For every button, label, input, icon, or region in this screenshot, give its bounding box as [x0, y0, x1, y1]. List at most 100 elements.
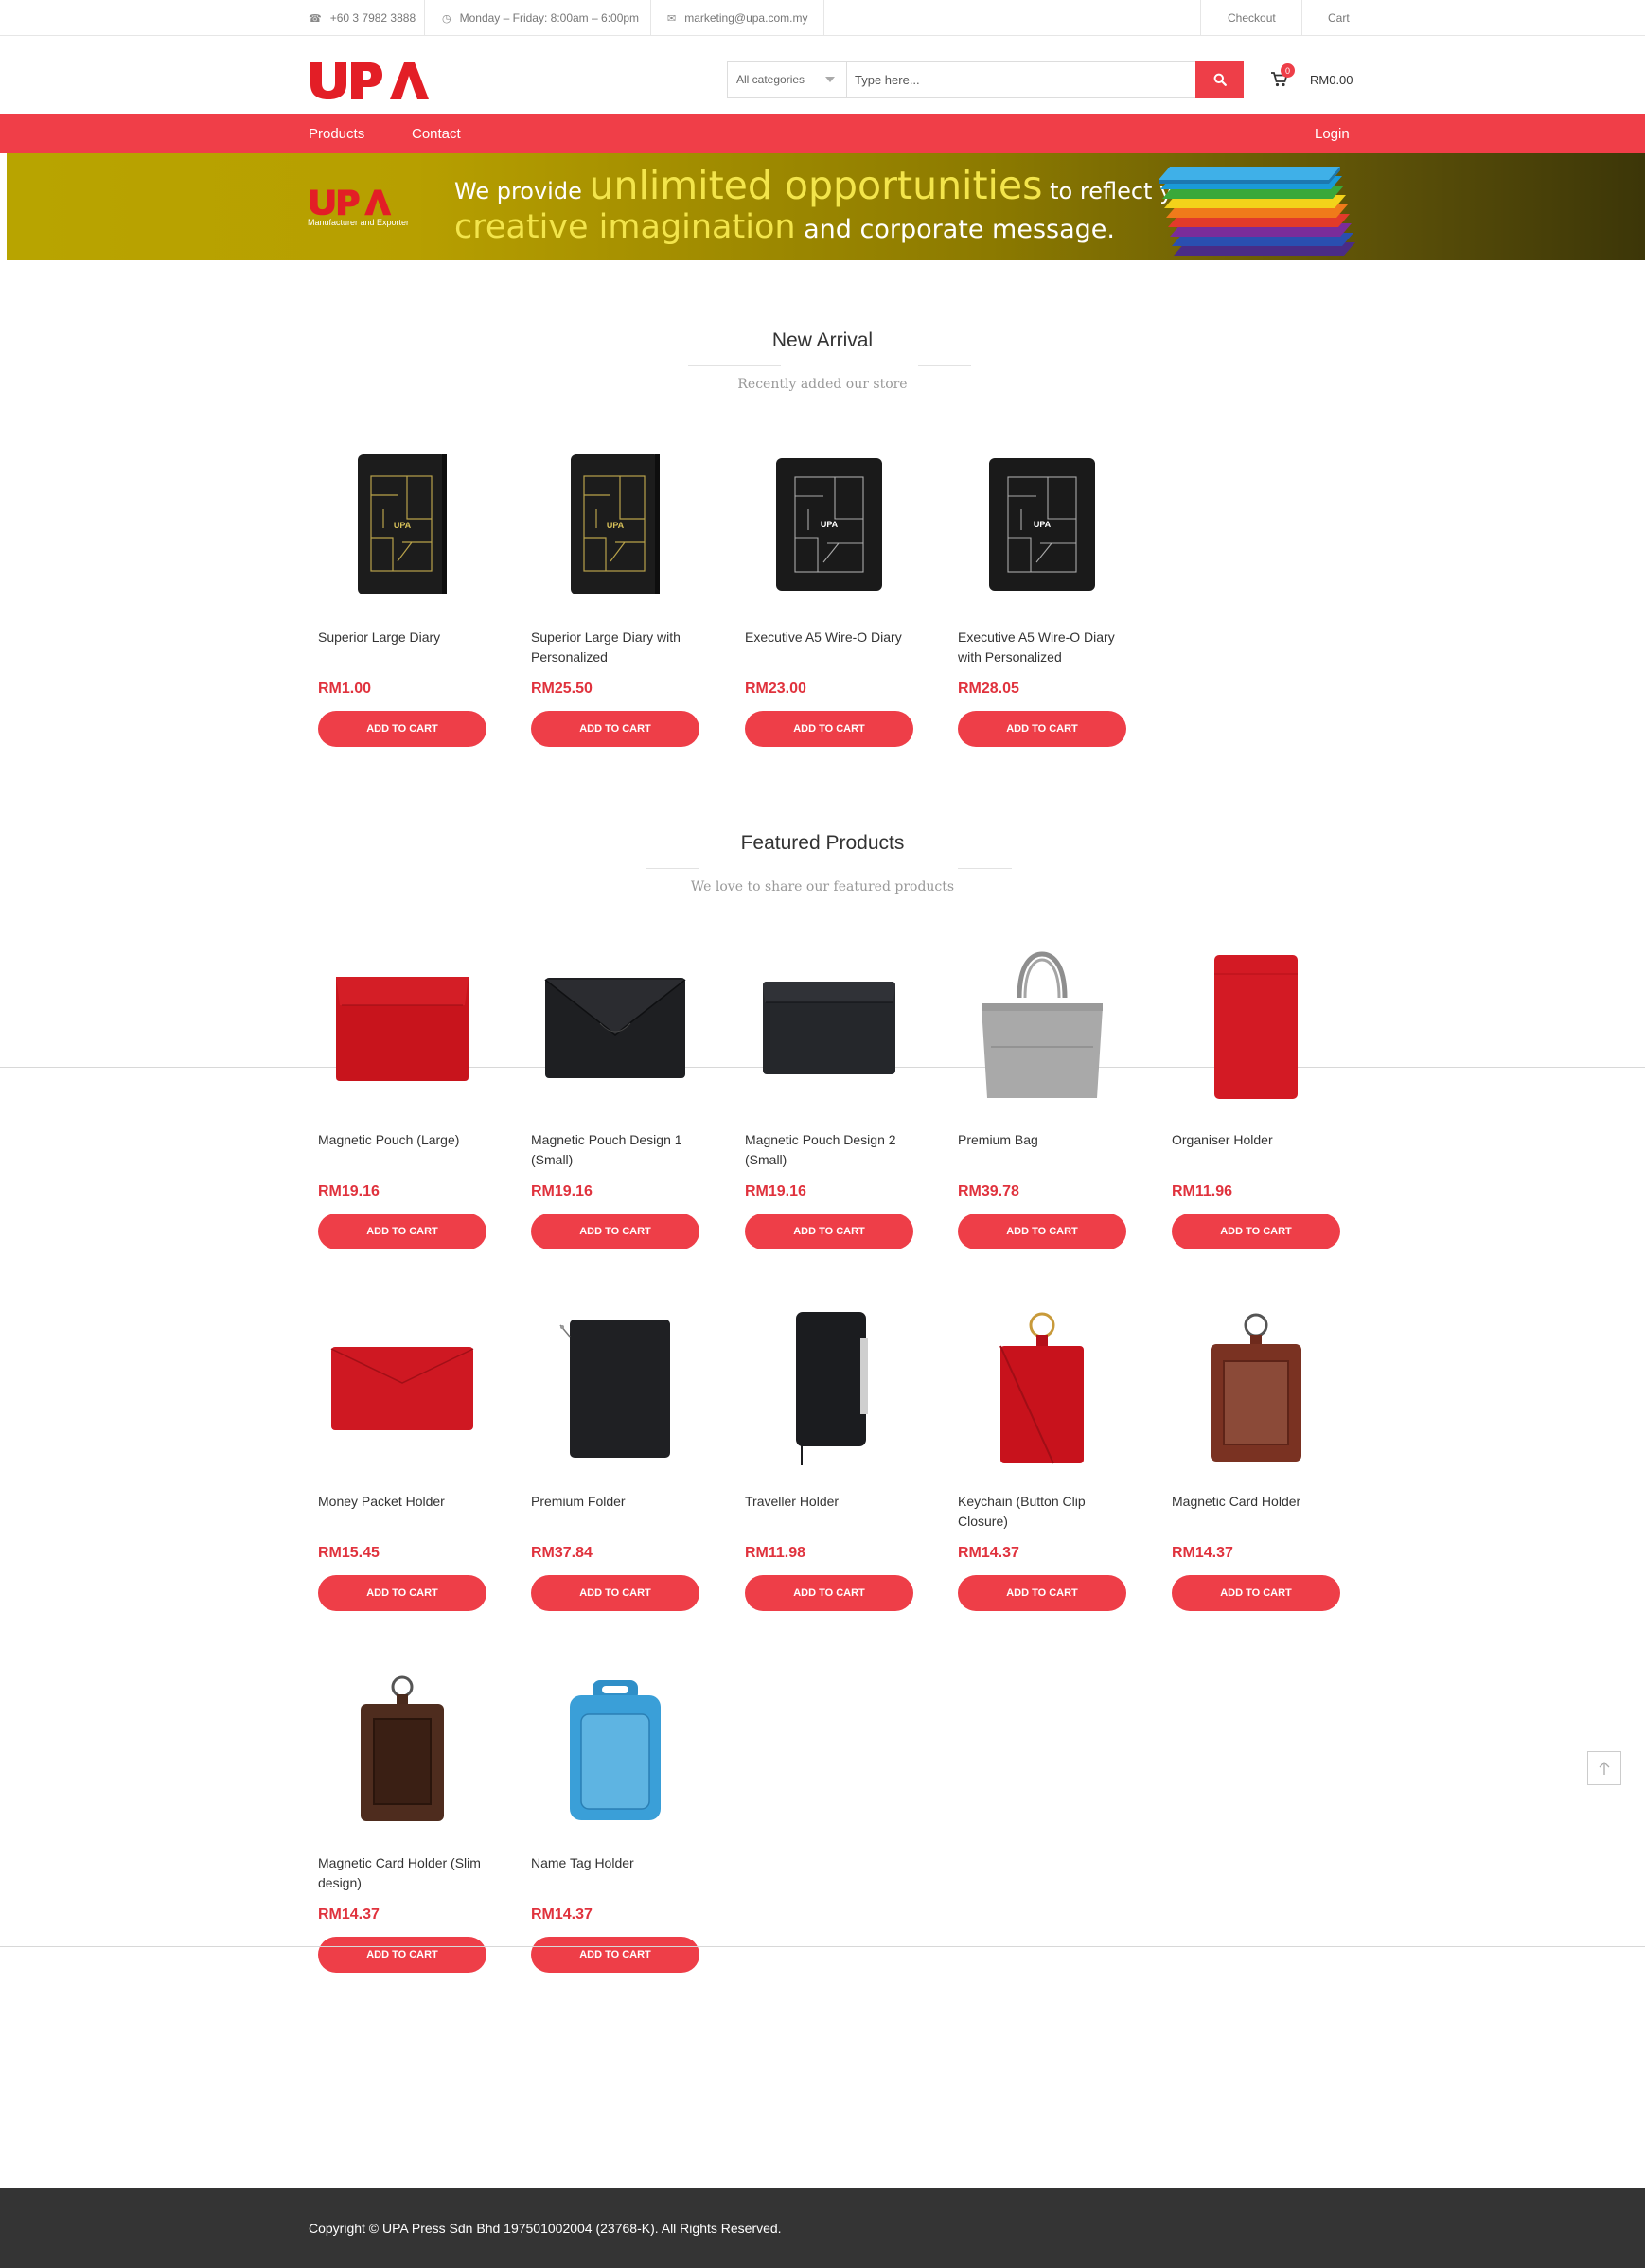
product-image[interactable]: UPA	[318, 444, 486, 605]
product-image[interactable]	[958, 1308, 1126, 1469]
top-bar: ☎ +60 3 7982 3888 ◷ Monday – Friday: 8:0…	[0, 0, 1645, 36]
phone-text: +60 3 7982 3888	[329, 11, 416, 25]
add-to-cart-button[interactable]: ADD TO CART	[958, 1214, 1126, 1249]
keychain-image	[999, 1312, 1084, 1464]
divider	[823, 0, 824, 36]
product-image[interactable]: UPA	[531, 444, 699, 605]
copyright-text: Copyright © UPA Press Sdn Bhd 1975010020…	[309, 2221, 782, 2236]
add-to-cart-button[interactable]: ADD TO CART	[745, 1214, 913, 1249]
product-name[interactable]: Premium Bag	[958, 1130, 1128, 1150]
pouch-image	[544, 978, 686, 1078]
divider	[1200, 0, 1201, 36]
phone-icon: ☎	[309, 12, 322, 25]
product-name[interactable]: Money Packet Holder	[318, 1492, 488, 1512]
product-image[interactable]	[531, 947, 699, 1107]
product-name[interactable]: Magnetic Card Holder	[1172, 1492, 1342, 1512]
product-image[interactable]: UPA	[745, 444, 913, 605]
banner-logo	[310, 189, 392, 216]
add-to-cart-button[interactable]: ADD TO CART	[531, 1214, 699, 1249]
email-link[interactable]: marketing@upa.com.my	[684, 11, 807, 25]
header: All categories 0 RM0.00	[0, 36, 1645, 114]
product-price: RM14.37	[318, 1906, 380, 1922]
card-holder-image	[1211, 1313, 1301, 1462]
product-image[interactable]	[745, 1308, 913, 1469]
mini-cart[interactable]: 0 RM0.00	[1271, 63, 1353, 93]
diary-image: UPA	[358, 454, 447, 594]
product-image[interactable]	[1172, 947, 1340, 1107]
banner-headline-2: creative imagination and corporate messa…	[454, 208, 1115, 246]
banner-headline-1: We provide unlimited opportunities to re…	[454, 163, 1211, 208]
organiser-image	[1214, 955, 1298, 1099]
add-to-cart-button[interactable]: ADD TO CART	[318, 1575, 486, 1611]
product-price: RM19.16	[531, 1183, 593, 1199]
product-image[interactable]	[531, 1308, 699, 1469]
section-divider	[0, 1946, 1645, 1947]
product-image[interactable]	[318, 1308, 486, 1469]
upa-logo[interactable]	[309, 61, 430, 100]
nav-contact[interactable]: Contact	[412, 114, 461, 153]
product-name[interactable]: Magnetic Pouch (Large)	[318, 1130, 488, 1150]
product-image[interactable]	[318, 947, 486, 1107]
title-divider-left	[688, 365, 781, 366]
search-input[interactable]	[847, 62, 1195, 97]
checkout-link[interactable]: Checkout	[1228, 0, 1276, 36]
search-button[interactable]	[1195, 61, 1244, 98]
product-image[interactable]	[531, 1670, 699, 1831]
add-to-cart-button[interactable]: ADD TO CART	[531, 711, 699, 747]
pouch-image	[336, 977, 469, 1081]
chevron-down-icon	[825, 77, 835, 82]
product-name[interactable]: Superior Large Diary with Personalized	[531, 628, 701, 667]
product-image[interactable]: UPA	[958, 444, 1126, 605]
footer: Copyright © UPA Press Sdn Bhd 1975010020…	[0, 2188, 1645, 2268]
product-price: RM19.16	[318, 1183, 380, 1199]
add-to-cart-button[interactable]: ADD TO CART	[531, 1575, 699, 1611]
product-name[interactable]: Premium Folder	[531, 1492, 701, 1512]
product-image[interactable]	[958, 947, 1126, 1107]
product-name[interactable]: Superior Large Diary	[318, 628, 488, 647]
clock-icon: ◷	[442, 12, 451, 25]
add-to-cart-button[interactable]: ADD TO CART	[1172, 1214, 1340, 1249]
promo-banner[interactable]: Manufacturer and Exporter We provide unl…	[7, 153, 1645, 260]
product-name[interactable]: Magnetic Card Holder (Slim design)	[318, 1853, 488, 1893]
product-name[interactable]: Magnetic Pouch Design 2 (Small)	[745, 1130, 915, 1170]
product-image[interactable]	[1172, 1308, 1340, 1469]
title-divider-left	[646, 868, 699, 869]
product-price: RM25.50	[531, 681, 593, 697]
pouch-image	[763, 982, 895, 1074]
add-to-cart-button[interactable]: ADD TO CART	[745, 711, 913, 747]
product-image[interactable]	[745, 947, 913, 1107]
back-to-top-button[interactable]	[1587, 1751, 1621, 1785]
banner-text: and corporate message.	[795, 215, 1115, 244]
nav-login[interactable]: Login	[1315, 114, 1350, 153]
add-to-cart-button[interactable]: ADD TO CART	[958, 711, 1126, 747]
title-divider-right	[918, 365, 971, 366]
hours-text: Monday – Friday: 8:00am – 6:00pm	[459, 11, 640, 25]
add-to-cart-button[interactable]: ADD TO CART	[318, 1937, 486, 1973]
product-image[interactable]	[318, 1670, 486, 1831]
divider	[650, 0, 651, 36]
product-price: RM23.00	[745, 681, 806, 697]
diary-image: UPA	[776, 458, 882, 591]
product-name[interactable]: Traveller Holder	[745, 1492, 915, 1512]
product-name[interactable]: Magnetic Pouch Design 1 (Small)	[531, 1130, 701, 1170]
category-select[interactable]: All categories	[728, 62, 847, 97]
product-name[interactable]: Name Tag Holder	[531, 1853, 701, 1873]
product-name[interactable]: Organiser Holder	[1172, 1130, 1342, 1150]
cart-link[interactable]: Cart	[1328, 0, 1350, 36]
product-price: RM15.45	[318, 1545, 380, 1561]
nav-products[interactable]: Products	[309, 114, 364, 153]
banner-text: We provide	[454, 178, 590, 204]
product-price: RM14.37	[958, 1545, 1019, 1561]
add-to-cart-button[interactable]: ADD TO CART	[318, 1214, 486, 1249]
add-to-cart-button[interactable]: ADD TO CART	[1172, 1575, 1340, 1611]
add-to-cart-button[interactable]: ADD TO CART	[531, 1937, 699, 1973]
add-to-cart-button[interactable]: ADD TO CART	[958, 1575, 1126, 1611]
add-to-cart-button[interactable]: ADD TO CART	[745, 1575, 913, 1611]
add-to-cart-button[interactable]: ADD TO CART	[318, 711, 486, 747]
product-name[interactable]: Executive A5 Wire-O Diary	[745, 628, 915, 647]
product-name[interactable]: Keychain (Button Clip Closure)	[958, 1492, 1128, 1532]
title-divider-right	[958, 868, 1012, 869]
diary-image: UPA	[989, 458, 1095, 591]
product-name[interactable]: Executive A5 Wire-O Diary with Personali…	[958, 628, 1128, 667]
banner-tagline: Manufacturer and Exporter	[308, 218, 410, 227]
